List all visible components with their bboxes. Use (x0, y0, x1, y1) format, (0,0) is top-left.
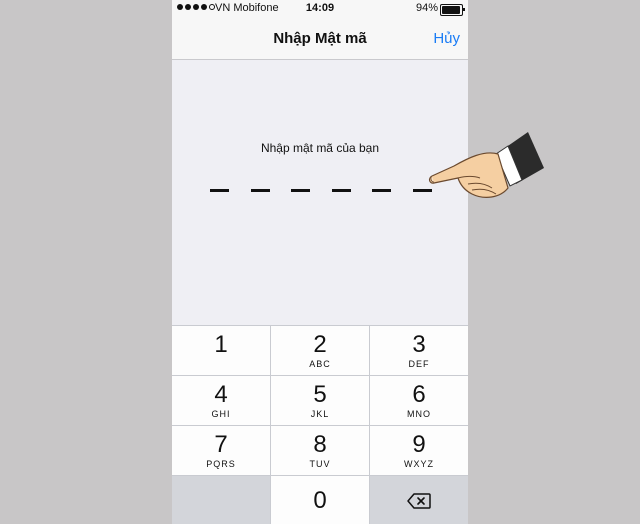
key-letters: DEF (408, 358, 430, 369)
passcode-digit-slot (372, 189, 392, 192)
passcode-digit-slot (250, 189, 270, 192)
phone-screen: VN Mobifone 14:09 94% Nhập Mật mã Hủy Nh… (172, 0, 468, 524)
key-letters: PQRS (206, 458, 236, 469)
page-title: Nhập Mật mã (273, 30, 367, 47)
key-digit: 3 (412, 330, 426, 358)
battery-percent: 94% (415, 2, 438, 14)
key-4[interactable]: 4 GHI (172, 376, 270, 425)
key-digit: 7 (214, 430, 228, 458)
key-3[interactable]: 3 DEF (370, 326, 468, 375)
key-1[interactable]: 1 (172, 326, 270, 375)
delete-backspace-icon (407, 492, 431, 509)
key-letters: TUV (309, 458, 331, 469)
battery-icon (440, 4, 465, 16)
numeric-keypad: 1 2 ABC 3 DEF 4 GHI 5 JKL 6 MNO 7 PQRS 8 (172, 325, 468, 524)
key-digit: 4 (214, 380, 228, 408)
key-6[interactable]: 6 MNO (370, 376, 468, 425)
key-digit: 9 (412, 430, 426, 458)
passcode-prompt: Nhập mật mã của bạn (260, 141, 380, 155)
key-7[interactable]: 7 PQRS (172, 426, 270, 475)
key-digit: 5 (313, 380, 327, 408)
cancel-button[interactable]: Hủy (433, 30, 460, 47)
key-digit: 0 (313, 486, 327, 514)
key-letters: MNO (407, 408, 431, 419)
battery-fill (442, 6, 460, 14)
pointing-hand-icon (428, 132, 544, 198)
key-9[interactable]: 9 WXYZ (370, 426, 468, 475)
key-letters: GHI (211, 408, 231, 419)
delete-key[interactable] (370, 476, 468, 524)
key-letters: ABC (309, 358, 331, 369)
key-8[interactable]: 8 TUV (271, 426, 369, 475)
navigation-bar: Nhập Mật mã Hủy (172, 18, 468, 60)
passcode-digit-slot (331, 189, 351, 192)
key-blank (172, 476, 270, 524)
key-5[interactable]: 5 JKL (271, 376, 369, 425)
key-0[interactable]: 0 (271, 476, 369, 524)
passcode-entry-field[interactable] (210, 189, 432, 193)
passcode-digit-slot (210, 189, 229, 192)
key-digit: 8 (313, 430, 327, 458)
key-digit: 6 (412, 380, 426, 408)
passcode-digit-slot (291, 189, 311, 192)
key-2[interactable]: 2 ABC (271, 326, 369, 375)
key-letters: WXYZ (404, 458, 434, 469)
key-digit: 1 (214, 330, 228, 358)
key-letters: JKL (310, 408, 330, 419)
status-bar: VN Mobifone 14:09 94% (172, 0, 468, 18)
key-digit: 2 (313, 330, 327, 358)
